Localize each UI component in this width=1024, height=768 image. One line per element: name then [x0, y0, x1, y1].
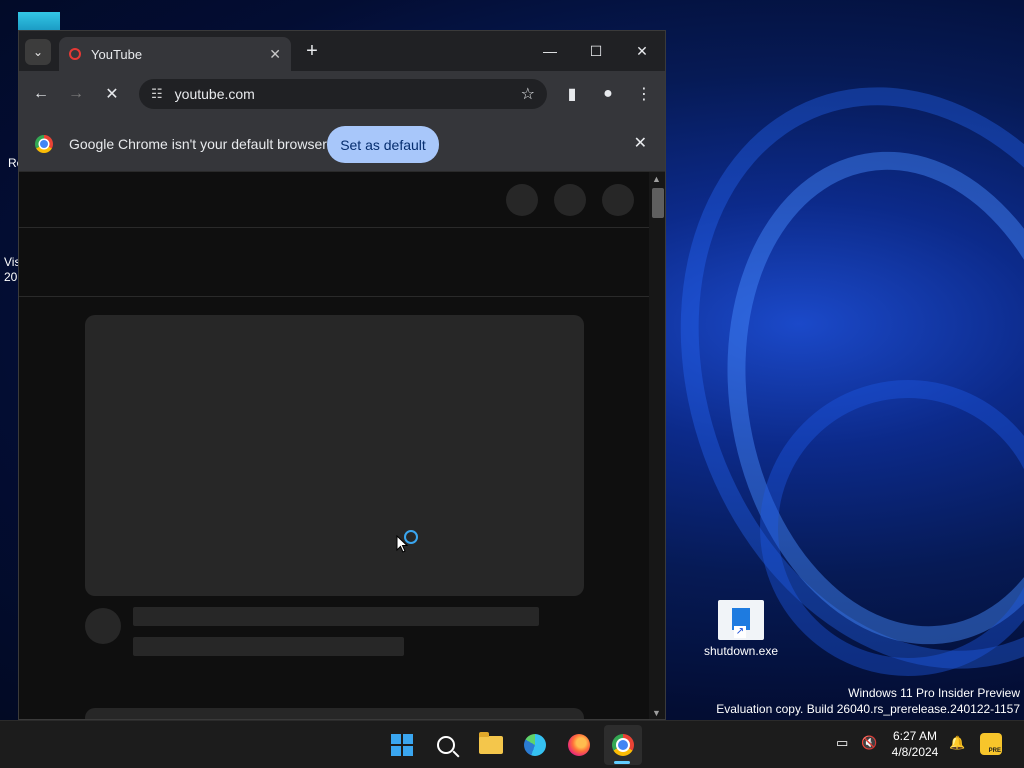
divider [19, 227, 649, 228]
skeleton-subtitle [133, 637, 404, 656]
skeleton-channel-avatar [85, 608, 121, 644]
chevron-down-icon: ⌄ [32, 45, 44, 59]
watermark-line: Windows 11 Pro Insider Preview [848, 686, 1020, 700]
forward-button[interactable]: → [64, 82, 88, 106]
active-indicator [614, 761, 630, 764]
desktop-icon-label[interactable]: 20 [4, 270, 17, 284]
page-content: ▲ ▼ [19, 172, 665, 719]
minimize-button[interactable]: — [527, 31, 573, 71]
folder-icon [479, 732, 503, 754]
scroll-thumb[interactable] [652, 188, 664, 218]
site-info-icon[interactable]: ☷ [151, 86, 163, 102]
default-browser-infobar: Google Chrome isn't your default browser… [19, 117, 665, 172]
chrome-button[interactable] [609, 731, 637, 759]
clock-time: 6:27 AM [892, 729, 938, 743]
desktop-shortcut-shutdown[interactable]: ↗ shutdown.exe [700, 600, 782, 658]
chrome-logo-icon [35, 135, 53, 153]
new-tab-button[interactable]: + [301, 40, 323, 62]
scrollbar[interactable]: ▲ ▼ [649, 172, 665, 719]
infobar-message: Google Chrome isn't your default browser [69, 136, 327, 152]
address-bar[interactable]: ☷ youtube.com ☆ [139, 79, 547, 109]
clock[interactable]: 6:27 AM 4/8/2024 [880, 728, 950, 760]
desktop-tile[interactable] [18, 12, 60, 32]
network-icon[interactable]: ▭ [836, 735, 848, 751]
url-text[interactable]: youtube.com [175, 86, 521, 102]
youtube-loading-icon [69, 48, 81, 60]
skeleton-avatar [554, 184, 586, 216]
scroll-down-icon[interactable]: ▼ [652, 708, 661, 718]
windows-logo-icon [391, 734, 413, 756]
file-explorer-button[interactable] [477, 731, 505, 759]
scroll-up-icon[interactable]: ▲ [652, 174, 661, 184]
insider-pre-badge[interactable]: PRE [980, 733, 1002, 755]
close-icon[interactable]: ✕ [634, 133, 647, 153]
volume-muted-icon[interactable]: 🔇 [861, 735, 877, 751]
clock-date: 4/8/2024 [891, 745, 939, 759]
watermark-line: Evaluation copy. Build 26040.rs_prerelea… [716, 702, 1020, 716]
chrome-window: ⌄ YouTube ✕ + — ☐ ✕ ← → ✕ ☷ youtube.com … [18, 30, 666, 720]
search-icon [437, 736, 455, 754]
chrome-icon [612, 734, 634, 756]
skeleton-avatar [506, 184, 538, 216]
window-close-button[interactable]: ✕ [619, 31, 665, 71]
start-button[interactable] [388, 731, 416, 759]
taskbar: ▭ 🔇 6:27 AM 4/8/2024 🔔 PRE [0, 720, 1024, 768]
tab-title: YouTube [91, 46, 143, 62]
skeleton-thumbnail [85, 708, 584, 719]
exe-file-icon: ↗ [718, 600, 764, 640]
bookmark-star-icon[interactable]: ☆ [521, 84, 535, 104]
desktop-shortcut-label: shutdown.exe [703, 644, 779, 658]
tab-strip: ⌄ YouTube ✕ + — ☐ ✕ [19, 31, 665, 71]
tab-youtube[interactable]: YouTube ✕ [59, 37, 291, 71]
back-button[interactable]: ← [29, 82, 53, 106]
toolbar: ← → ✕ ☷ youtube.com ☆ ▮ ● ⋮ [19, 71, 665, 117]
mouse-cursor-icon [396, 535, 408, 553]
stop-loading-button[interactable]: ✕ [100, 82, 124, 106]
shortcut-arrow-icon: ↗ [734, 626, 746, 638]
notification-bell-icon[interactable]: 🔔 [949, 735, 965, 751]
set-as-default-button[interactable]: Set as default [327, 126, 439, 163]
edge-button[interactable] [521, 731, 549, 759]
skeleton-title [133, 607, 539, 626]
profile-button[interactable]: ● [596, 82, 620, 106]
edge-icon [524, 734, 546, 756]
firefox-button[interactable] [565, 731, 593, 759]
skeleton-thumbnail [85, 315, 584, 596]
firefox-icon [568, 734, 590, 756]
skeleton-avatar [602, 184, 634, 216]
windows-watermark: Windows 11 Pro Insider Preview Evaluatio… [716, 685, 1020, 717]
search-button[interactable] [432, 731, 460, 759]
menu-button[interactable]: ⋮ [632, 82, 656, 106]
divider [19, 296, 649, 297]
close-icon[interactable]: ✕ [269, 46, 281, 63]
side-panel-button[interactable]: ▮ [560, 82, 584, 106]
maximize-button[interactable]: ☐ [573, 31, 619, 71]
tab-search-button[interactable]: ⌄ [25, 39, 51, 65]
